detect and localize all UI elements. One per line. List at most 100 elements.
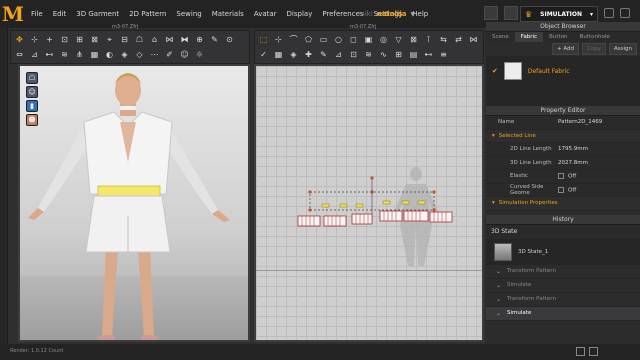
- button-icon[interactable]: ⊕: [195, 35, 204, 44]
- window-minimize-button[interactable]: [484, 6, 498, 20]
- section-selected-line[interactable]: ▾ Selected Line: [486, 129, 640, 143]
- rectangle-icon[interactable]: ▭: [319, 35, 328, 44]
- tab-buttonhole[interactable]: Buttonhole: [574, 32, 616, 42]
- menu-file[interactable]: File: [26, 0, 48, 28]
- grid-icon[interactable]: ▤: [409, 50, 418, 59]
- layout-icon[interactable]: [604, 8, 614, 18]
- puckering-2d-icon[interactable]: ≋: [364, 50, 373, 59]
- left-side-strip: [0, 28, 8, 360]
- object-browser-title: Object Browser: [486, 22, 640, 32]
- history-item[interactable]: ⌄ Transform Pattern: [486, 265, 640, 279]
- tape-icon[interactable]: ⌖: [105, 35, 114, 44]
- select-mesh-icon[interactable]: ⊹: [30, 35, 39, 44]
- viewport-2d[interactable]: [254, 64, 484, 342]
- select-move-icon[interactable]: ✥: [15, 35, 24, 44]
- free-sewing-icon[interactable]: ⇄: [454, 35, 463, 44]
- viewport-3d[interactable]: ☖ ☺ ▮ ☻: [18, 64, 250, 342]
- elastic-toggle[interactable]: [558, 173, 564, 179]
- fabric-icon[interactable]: ▦: [90, 50, 99, 59]
- texture-icon[interactable]: ⊙: [225, 35, 234, 44]
- edit-curve-icon[interactable]: ⌒: [289, 35, 298, 44]
- history-state[interactable]: 3D State_1: [486, 238, 640, 265]
- trim-icon[interactable]: ◇: [135, 50, 144, 59]
- trace-icon[interactable]: ⊠: [409, 35, 418, 44]
- app-window: M File Edit 3D Garment 2D Pattern Sewing…: [0, 0, 640, 360]
- fold-2d-icon[interactable]: ⊞: [394, 50, 403, 59]
- measure-2d-icon[interactable]: ⊷: [424, 50, 433, 59]
- internal-circle-icon[interactable]: ◎: [379, 35, 388, 44]
- settings-icon[interactable]: [620, 8, 630, 18]
- sun-icon[interactable]: ☼: [195, 50, 204, 59]
- history-item-label: Simulate: [507, 282, 532, 288]
- chevron-down-icon: ▾: [492, 132, 495, 139]
- steam-icon[interactable]: ≋: [60, 50, 69, 59]
- history-item-active[interactable]: ⌄ Simulate: [486, 306, 640, 321]
- tab-fabric[interactable]: Fabric: [514, 32, 544, 42]
- property-value[interactable]: Pattern2D_1469: [558, 119, 602, 125]
- snapshot-icon[interactable]: [589, 347, 598, 356]
- property-value[interactable]: 2027.8mm: [558, 160, 588, 166]
- avatar-measure-icon[interactable]: ⊿: [30, 50, 39, 59]
- layer-icon[interactable]: ≡: [439, 50, 448, 59]
- internal-rect-icon[interactable]: ▣: [364, 35, 373, 44]
- measure-icon[interactable]: ⊠: [90, 35, 99, 44]
- check-sewing-icon[interactable]: ✓: [259, 50, 268, 59]
- graphic-icon[interactable]: ◈: [120, 50, 129, 59]
- fold-arrangement-icon[interactable]: +: [45, 35, 54, 44]
- dart-icon[interactable]: ▽: [394, 35, 403, 44]
- menu-sewing[interactable]: Sewing: [171, 0, 206, 28]
- property-editor: Name Pattern2D_1469 ▾ Selected Line 2D L…: [486, 116, 640, 211]
- tab-button[interactable]: Button: [543, 32, 573, 42]
- avatar-3d-model: [28, 73, 230, 340]
- edit-icon[interactable]: ✐: [165, 50, 174, 59]
- topstitch-icon[interactable]: ⋯: [150, 50, 159, 59]
- tack-icon[interactable]: ⋈: [469, 35, 478, 44]
- chevron-down-icon: ⌄: [496, 295, 502, 303]
- add-button[interactable]: + Add: [552, 43, 580, 55]
- copy-button[interactable]: Copy: [582, 43, 606, 55]
- fabric-list-item[interactable]: ✔ Default Fabric: [492, 62, 634, 80]
- ruler-icon[interactable]: ⊿: [334, 50, 343, 59]
- pin-icon[interactable]: ⊡: [60, 35, 69, 44]
- zipper-icon[interactable]: ⧓: [180, 35, 189, 44]
- history-item[interactable]: ⌄ Simulate: [486, 279, 640, 293]
- internal-polygon-icon[interactable]: ◻: [349, 35, 358, 44]
- menu-display[interactable]: Display: [282, 0, 318, 28]
- graphic-2d-icon[interactable]: ◈: [289, 50, 298, 59]
- texture-2d-icon[interactable]: ▦: [274, 50, 283, 59]
- avatar-icon[interactable]: ☺: [180, 50, 189, 59]
- annotation-icon[interactable]: ✎: [319, 50, 328, 59]
- color-icon[interactable]: ◐: [105, 50, 114, 59]
- menu-avatar[interactable]: Avatar: [249, 0, 282, 28]
- shirt-icon[interactable]: ☖: [135, 35, 144, 44]
- assign-button[interactable]: Assign: [609, 43, 637, 55]
- brush-icon[interactable]: ✎: [210, 35, 219, 44]
- menu-materials[interactable]: Materials: [207, 0, 249, 28]
- property-row: 3D Line Length 2027.8mm: [486, 157, 640, 170]
- menu-edit[interactable]: Edit: [48, 0, 72, 28]
- arrange-icon[interactable]: ⇔: [15, 50, 24, 59]
- tab-scene[interactable]: Scene: [486, 32, 515, 42]
- property-value[interactable]: 1795.9mm: [558, 146, 588, 152]
- window-restore-button[interactable]: [504, 6, 518, 20]
- stitch-icon[interactable]: ⋈: [165, 35, 174, 44]
- puckering-icon[interactable]: ⋔: [75, 50, 84, 59]
- section-simulation-properties[interactable]: ▾ Simulation Properties: [486, 197, 640, 211]
- fold-icon[interactable]: ⊞: [75, 35, 84, 44]
- segment-sewing-icon[interactable]: ⇆: [439, 35, 448, 44]
- notch-icon[interactable]: ⊺: [424, 35, 433, 44]
- fabric-grain-icon[interactable]: ✚: [304, 50, 313, 59]
- garment-icon[interactable]: ⊟: [120, 35, 129, 44]
- transform-pattern-icon[interactable]: ⬚: [259, 35, 268, 44]
- curved-side-toggle[interactable]: [558, 186, 564, 193]
- edit-pattern-icon[interactable]: ⊹: [274, 35, 283, 44]
- seam-allowance-icon[interactable]: ⊡: [349, 50, 358, 59]
- simulation-mode-button[interactable]: ♛ SIMULATION ▾: [520, 6, 598, 22]
- elastic-icon[interactable]: ∿: [379, 50, 388, 59]
- history-item[interactable]: ⌄ Transform Pattern: [486, 293, 640, 307]
- tape-measure-icon[interactable]: ⊷: [45, 50, 54, 59]
- hanger-icon[interactable]: ⌂: [150, 35, 159, 44]
- fullscreen-icon[interactable]: [576, 347, 585, 356]
- polygon-icon[interactable]: ⬠: [304, 35, 313, 44]
- circle-icon[interactable]: ○: [334, 35, 343, 44]
